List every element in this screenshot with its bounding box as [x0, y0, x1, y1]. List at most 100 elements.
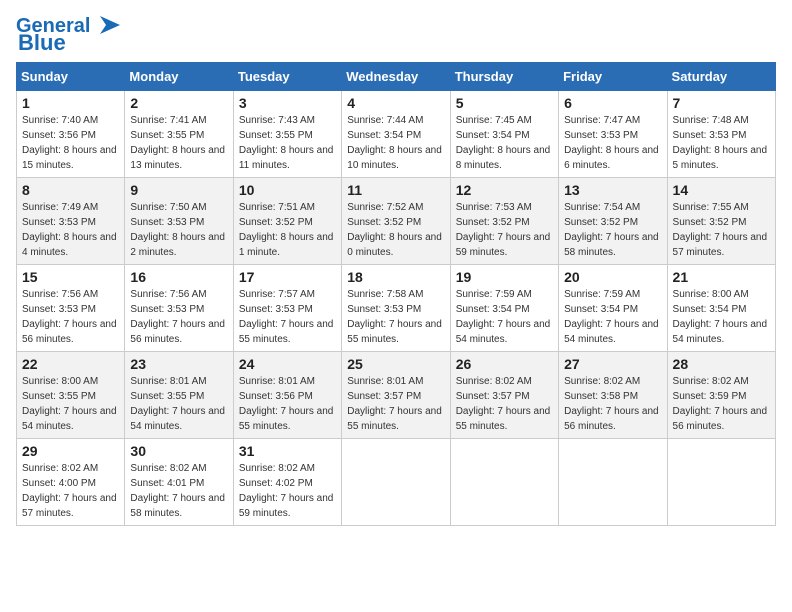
day-info: Sunrise: 7:45 AMSunset: 3:54 PMDaylight:… [456, 113, 553, 173]
calendar-table: SundayMondayTuesdayWednesdayThursdayFrid… [16, 62, 776, 526]
day-info: Sunrise: 7:56 AMSunset: 3:53 PMDaylight:… [130, 287, 227, 347]
day-number: 15 [22, 269, 119, 285]
day-info: Sunrise: 8:00 AMSunset: 3:55 PMDaylight:… [22, 374, 119, 434]
day-info: Sunrise: 7:56 AMSunset: 3:53 PMDaylight:… [22, 287, 119, 347]
day-number: 1 [22, 95, 119, 111]
day-number: 11 [347, 182, 444, 198]
calendar-day-cell [450, 439, 558, 526]
logo-arrow-icon [92, 14, 122, 36]
day-number: 3 [239, 95, 336, 111]
day-number: 12 [456, 182, 553, 198]
day-info: Sunrise: 7:51 AMSunset: 3:52 PMDaylight:… [239, 200, 336, 260]
day-info: Sunrise: 7:57 AMSunset: 3:53 PMDaylight:… [239, 287, 336, 347]
calendar-day-cell: 30Sunrise: 8:02 AMSunset: 4:01 PMDayligh… [125, 439, 233, 526]
calendar-day-cell: 18 Sunrise: 7:58 AMSunset: 3:53 PMDayligh… [342, 265, 450, 352]
weekday-header-cell: Monday [125, 63, 233, 91]
day-info: Sunrise: 7:44 AMSunset: 3:54 PMDaylight:… [347, 113, 444, 173]
weekday-header-cell: Saturday [667, 63, 775, 91]
day-info: Sunrise: 8:02 AMSunset: 3:57 PMDaylight:… [456, 374, 553, 434]
calendar-day-cell: 12 Sunrise: 7:53 AMSunset: 3:52 PMDayligh… [450, 178, 558, 265]
day-number: 18 [347, 269, 444, 285]
calendar-day-cell: 22 Sunrise: 8:00 AMSunset: 3:55 PMDayligh… [17, 352, 125, 439]
day-number: 31 [239, 443, 336, 459]
day-info: Sunrise: 7:55 AMSunset: 3:52 PMDaylight:… [673, 200, 770, 260]
day-info: Sunrise: 8:02 AMSunset: 4:01 PMDaylight:… [130, 461, 227, 521]
day-info: Sunrise: 8:01 AMSunset: 3:55 PMDaylight:… [130, 374, 227, 434]
calendar-day-cell: 7 Sunrise: 7:48 AMSunset: 3:53 PMDaylight… [667, 91, 775, 178]
calendar-day-cell: 9 Sunrise: 7:50 AMSunset: 3:53 PMDaylight… [125, 178, 233, 265]
day-info: Sunrise: 7:59 AMSunset: 3:54 PMDaylight:… [564, 287, 661, 347]
calendar-day-cell: 19 Sunrise: 7:59 AMSunset: 3:54 PMDayligh… [450, 265, 558, 352]
calendar-week-row: 22 Sunrise: 8:00 AMSunset: 3:55 PMDayligh… [17, 352, 776, 439]
day-info: Sunrise: 7:53 AMSunset: 3:52 PMDaylight:… [456, 200, 553, 260]
day-number: 23 [130, 356, 227, 372]
day-info: Sunrise: 7:50 AMSunset: 3:53 PMDaylight:… [130, 200, 227, 260]
day-info: Sunrise: 7:40 AMSunset: 3:56 PMDaylight:… [22, 113, 119, 173]
day-number: 13 [564, 182, 661, 198]
day-number: 7 [673, 95, 770, 111]
logo-blue-text: Blue [18, 32, 66, 54]
day-number: 14 [673, 182, 770, 198]
calendar-day-cell: 21Sunrise: 8:00 AMSunset: 3:54 PMDayligh… [667, 265, 775, 352]
day-info: Sunrise: 7:58 AMSunset: 3:53 PMDaylight:… [347, 287, 444, 347]
day-number: 26 [456, 356, 553, 372]
day-info: Sunrise: 7:47 AMSunset: 3:53 PMDaylight:… [564, 113, 661, 173]
day-info: Sunrise: 7:41 AMSunset: 3:55 PMDaylight:… [130, 113, 227, 173]
calendar-day-cell: 23 Sunrise: 8:01 AMSunset: 3:55 PMDayligh… [125, 352, 233, 439]
calendar-day-cell: 6Sunrise: 7:47 AMSunset: 3:53 PMDaylight… [559, 91, 667, 178]
day-number: 5 [456, 95, 553, 111]
day-info: Sunrise: 7:43 AMSunset: 3:55 PMDaylight:… [239, 113, 336, 173]
calendar-day-cell: 28 Sunrise: 8:02 AMSunset: 3:59 PMDayligh… [667, 352, 775, 439]
calendar-day-cell: 16 Sunrise: 7:56 AMSunset: 3:53 PMDayligh… [125, 265, 233, 352]
day-info: Sunrise: 8:02 AMSunset: 3:58 PMDaylight:… [564, 374, 661, 434]
day-number: 28 [673, 356, 770, 372]
calendar-day-cell: 8 Sunrise: 7:49 AMSunset: 3:53 PMDaylight… [17, 178, 125, 265]
calendar-day-cell: 27Sunrise: 8:02 AMSunset: 3:58 PMDayligh… [559, 352, 667, 439]
day-number: 17 [239, 269, 336, 285]
calendar-week-row: 1 Sunrise: 7:40 AMSunset: 3:56 PMDaylight… [17, 91, 776, 178]
calendar-week-row: 15 Sunrise: 7:56 AMSunset: 3:53 PMDayligh… [17, 265, 776, 352]
calendar-day-cell: 15 Sunrise: 7:56 AMSunset: 3:53 PMDayligh… [17, 265, 125, 352]
weekday-header-cell: Friday [559, 63, 667, 91]
day-number: 8 [22, 182, 119, 198]
day-number: 20 [564, 269, 661, 285]
day-info: Sunrise: 7:49 AMSunset: 3:53 PMDaylight:… [22, 200, 119, 260]
day-info: Sunrise: 7:48 AMSunset: 3:53 PMDaylight:… [673, 113, 770, 173]
day-number: 9 [130, 182, 227, 198]
day-number: 10 [239, 182, 336, 198]
calendar-day-cell: 2Sunrise: 7:41 AMSunset: 3:55 PMDaylight… [125, 91, 233, 178]
day-number: 16 [130, 269, 227, 285]
day-info: Sunrise: 8:02 AMSunset: 4:02 PMDaylight:… [239, 461, 336, 521]
calendar-day-cell: 25Sunrise: 8:01 AMSunset: 3:57 PMDayligh… [342, 352, 450, 439]
weekday-header-cell: Tuesday [233, 63, 341, 91]
day-number: 22 [22, 356, 119, 372]
day-info: Sunrise: 7:59 AMSunset: 3:54 PMDaylight:… [456, 287, 553, 347]
header: General Blue [16, 16, 776, 54]
weekday-header-cell: Thursday [450, 63, 558, 91]
calendar-day-cell: 24Sunrise: 8:01 AMSunset: 3:56 PMDayligh… [233, 352, 341, 439]
day-number: 25 [347, 356, 444, 372]
day-number: 21 [673, 269, 770, 285]
day-number: 19 [456, 269, 553, 285]
calendar-day-cell: 13Sunrise: 7:54 AMSunset: 3:52 PMDayligh… [559, 178, 667, 265]
day-info: Sunrise: 8:02 AMSunset: 3:59 PMDaylight:… [673, 374, 770, 434]
calendar-day-cell: 11Sunrise: 7:52 AMSunset: 3:52 PMDayligh… [342, 178, 450, 265]
day-number: 24 [239, 356, 336, 372]
calendar-day-cell: 1 Sunrise: 7:40 AMSunset: 3:56 PMDaylight… [17, 91, 125, 178]
calendar-day-cell: 20 Sunrise: 7:59 AMSunset: 3:54 PMDayligh… [559, 265, 667, 352]
logo: General Blue [16, 16, 122, 54]
weekday-header-row: SundayMondayTuesdayWednesdayThursdayFrid… [17, 63, 776, 91]
calendar-day-cell: 29Sunrise: 8:02 AMSunset: 4:00 PMDayligh… [17, 439, 125, 526]
calendar-day-cell: 3 Sunrise: 7:43 AMSunset: 3:55 PMDaylight… [233, 91, 341, 178]
calendar-day-cell: 17 Sunrise: 7:57 AMSunset: 3:53 PMDayligh… [233, 265, 341, 352]
day-number: 4 [347, 95, 444, 111]
calendar-week-row: 29Sunrise: 8:02 AMSunset: 4:00 PMDayligh… [17, 439, 776, 526]
calendar-day-cell: 14 Sunrise: 7:55 AMSunset: 3:52 PMDayligh… [667, 178, 775, 265]
day-number: 29 [22, 443, 119, 459]
calendar-day-cell: 4 Sunrise: 7:44 AMSunset: 3:54 PMDaylight… [342, 91, 450, 178]
weekday-header-cell: Wednesday [342, 63, 450, 91]
weekday-header-cell: Sunday [17, 63, 125, 91]
calendar-day-cell [342, 439, 450, 526]
calendar-day-cell [667, 439, 775, 526]
calendar-day-cell [559, 439, 667, 526]
